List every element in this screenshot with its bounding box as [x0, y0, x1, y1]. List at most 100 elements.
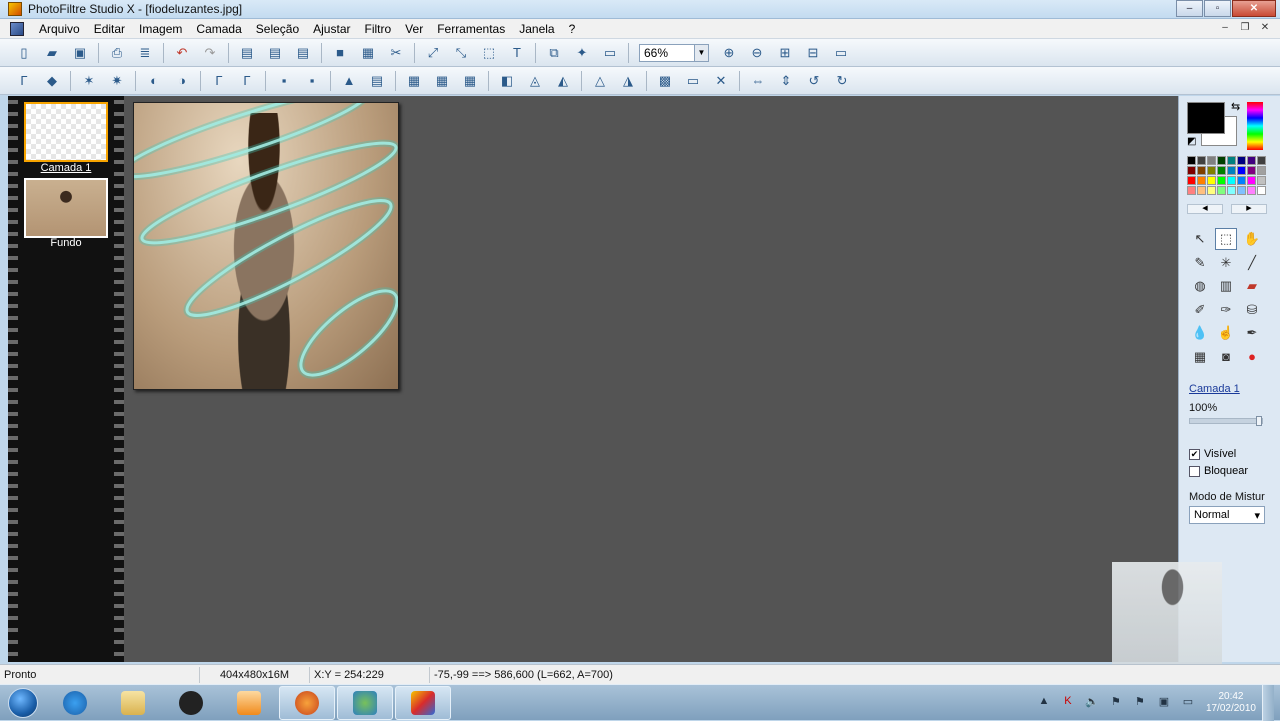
gamma-down-icon[interactable]: Γ: [208, 70, 230, 92]
sharpen-icon[interactable]: ◭: [552, 70, 574, 92]
zoom-out-icon[interactable]: ⊖: [746, 42, 768, 64]
fill-bucket-icon[interactable]: ◍: [1189, 275, 1211, 297]
palette-swatch[interactable]: [1187, 186, 1196, 195]
monitor-icon[interactable]: ▭: [1179, 695, 1197, 711]
paste-icon[interactable]: ▤: [236, 42, 258, 64]
stamp-icon[interactable]: ⛁: [1241, 299, 1263, 321]
palette-swatch[interactable]: [1207, 176, 1216, 185]
auto-levels-icon[interactable]: Γ: [13, 70, 35, 92]
taskbar-hp[interactable]: [163, 686, 219, 720]
palette-swatch[interactable]: [1197, 166, 1206, 175]
palette-swatch[interactable]: [1247, 176, 1256, 185]
window-icon[interactable]: ▭: [599, 42, 621, 64]
smudge-icon[interactable]: ☝: [1215, 322, 1237, 344]
brightness-down-icon[interactable]: ✶: [78, 70, 100, 92]
monitor-icon[interactable]: ▭: [682, 70, 704, 92]
scan-icon[interactable]: ≣: [134, 42, 156, 64]
palette-swatch[interactable]: [1227, 176, 1236, 185]
palette-swatch[interactable]: [1197, 156, 1206, 165]
palette-swatch[interactable]: [1227, 186, 1236, 195]
taskbar-messenger[interactable]: [337, 685, 393, 720]
taskbar-media[interactable]: [221, 686, 277, 720]
chevron-down-icon[interactable]: ▾: [1254, 509, 1260, 522]
flag-icon[interactable]: ⚑: [1107, 695, 1125, 711]
gradient-icon[interactable]: ■: [329, 42, 351, 64]
palette-swatch[interactable]: [1227, 156, 1236, 165]
auto-contrast-icon[interactable]: ◆: [41, 70, 63, 92]
rotate-left-icon[interactable]: ↺: [803, 70, 825, 92]
old-photo-icon[interactable]: ▦: [459, 70, 481, 92]
zoom-in-icon[interactable]: ⊕: [718, 42, 740, 64]
palette-swatch[interactable]: [1197, 176, 1206, 185]
start-button[interactable]: [0, 685, 46, 721]
strawberry-icon[interactable]: ●: [1241, 346, 1263, 368]
palette-swatch[interactable]: [1237, 176, 1246, 185]
palette-swatch[interactable]: [1197, 186, 1206, 195]
antivirus-icon[interactable]: K: [1059, 695, 1077, 711]
color-balance-icon[interactable]: ▤: [366, 70, 388, 92]
blur-drop-icon[interactable]: 💧: [1189, 322, 1211, 344]
palette-swatch[interactable]: [1207, 166, 1216, 175]
export-icon[interactable]: ▤: [292, 42, 314, 64]
flip-vertical-icon[interactable]: ⇕: [775, 70, 797, 92]
pointer-icon[interactable]: ↖: [1189, 228, 1211, 250]
fullscreen-icon[interactable]: ▭: [830, 42, 852, 64]
saturation-up-icon[interactable]: ▪: [301, 70, 323, 92]
menu-editar[interactable]: Editar: [87, 22, 132, 36]
blur-icon[interactable]: ◧: [496, 70, 518, 92]
layers-icon[interactable]: ⧉: [543, 42, 565, 64]
blend-mode-select[interactable]: Normal ▾: [1189, 506, 1265, 524]
palette-swatch[interactable]: [1257, 156, 1266, 165]
slider-handle[interactable]: [1256, 416, 1262, 426]
palette-swatch[interactable]: [1217, 156, 1226, 165]
checkbox-box[interactable]: [1189, 465, 1200, 477]
soften-icon[interactable]: ◬: [524, 70, 546, 92]
menu-imagem[interactable]: Imagem: [132, 22, 189, 36]
palette-swatch[interactable]: [1187, 166, 1196, 175]
mirror-icon[interactable]: ⇔: [747, 70, 769, 92]
select-frame-icon[interactable]: ⬚: [478, 42, 500, 64]
zoom-select[interactable]: 66% ▼: [639, 43, 709, 62]
advanced-brush-icon[interactable]: ✑: [1215, 299, 1237, 321]
menu-help[interactable]: ?: [562, 22, 583, 36]
flip-icon[interactable]: ✕: [710, 70, 732, 92]
actual-size-icon[interactable]: ⊞: [774, 42, 796, 64]
minimize-button[interactable]: –: [1176, 0, 1203, 17]
opacity-slider[interactable]: [1189, 416, 1263, 426]
taskbar-photofiltre[interactable]: [395, 685, 451, 720]
saturation-down-icon[interactable]: ▪: [273, 70, 295, 92]
palette-swatch[interactable]: [1207, 186, 1216, 195]
show-desktop-button[interactable]: [1262, 685, 1274, 721]
sharpen-more-icon[interactable]: △: [589, 70, 611, 92]
layer-thumbnail-fundo[interactable]: [24, 178, 108, 238]
palette-swatch[interactable]: [1237, 156, 1246, 165]
maximize-button[interactable]: ▫: [1204, 0, 1231, 17]
color-spectrum[interactable]: [1247, 102, 1263, 150]
emboss-icon[interactable]: ◮: [617, 70, 639, 92]
portrait-icon[interactable]: ◙: [1215, 346, 1237, 368]
clone-icon[interactable]: ✒: [1241, 322, 1263, 344]
rotate-right-icon[interactable]: ↻: [831, 70, 853, 92]
palette-swatch[interactable]: [1187, 176, 1196, 185]
spray-icon[interactable]: ▥: [1215, 275, 1237, 297]
menu-ajustar[interactable]: Ajustar: [306, 22, 357, 36]
chevron-up-icon[interactable]: ▲: [1035, 695, 1053, 711]
taskbar-firefox[interactable]: [279, 685, 335, 720]
palette-swatch[interactable]: [1217, 186, 1226, 195]
palette-swatch[interactable]: [1237, 186, 1246, 195]
eyedropper-icon[interactable]: ✎: [1189, 252, 1211, 274]
menu-ver[interactable]: Ver: [398, 22, 430, 36]
palette-swatch[interactable]: [1257, 186, 1266, 195]
magic-wand-icon[interactable]: ✳: [1215, 252, 1237, 274]
taskbar-ie[interactable]: [47, 686, 103, 720]
contrast-down-icon[interactable]: ◐: [143, 70, 165, 92]
line-icon[interactable]: ╱: [1241, 252, 1263, 274]
gamma-up-icon[interactable]: Γ: [236, 70, 258, 92]
fit-window-icon[interactable]: ⊟: [802, 42, 824, 64]
chevron-down-icon[interactable]: ▼: [694, 44, 708, 61]
automate-icon[interactable]: ✦: [571, 42, 593, 64]
menu-camada[interactable]: Camada: [189, 22, 248, 36]
palette-swatch[interactable]: [1237, 166, 1246, 175]
palette-swatch[interactable]: [1227, 166, 1236, 175]
palette-swatch[interactable]: [1257, 166, 1266, 175]
